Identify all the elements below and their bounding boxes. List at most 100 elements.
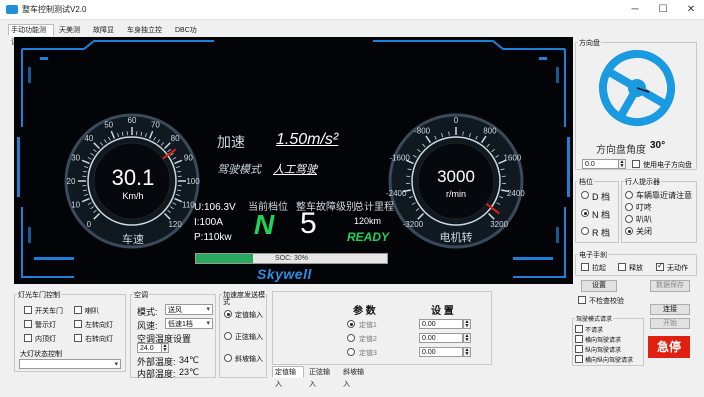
tab-body-control[interactable]: 车身独立控制 [124,24,170,46]
pedestrian-off-radio[interactable] [625,227,633,235]
pedestrian-approach-radio[interactable] [625,191,633,199]
gear-r-radio[interactable] [581,227,589,235]
mode-constant-radio[interactable] [224,310,232,318]
both-request-label: 横向纵向驾驶请求 [585,358,634,364]
set-button[interactable]: 设置 [581,280,617,292]
maximize-button[interactable]: ☐ [650,2,676,17]
pedestrian-approach-label: 车辆靠近请注意 [636,191,692,200]
handbrake-pull-checkbox[interactable] [581,263,589,271]
speedo-tick-label: 120 [168,220,182,229]
speedo-tick-label: 10 [71,200,80,209]
tab-fault-display[interactable]: 故障显示 [90,24,122,46]
gear-indicator: N [254,209,275,240]
voltage-readout: U:106.3V [194,202,236,213]
gear-n-label: N 档 [592,210,611,220]
dome-light-checkbox[interactable] [24,334,32,342]
rpm-value: 3000 [437,167,475,186]
param-2-stepper[interactable]: ▲ ▼ [463,333,471,343]
ac-temp-stepper[interactable]: ▲ ▼ [161,343,169,353]
tacho-tick-label: -800 [414,126,431,135]
connect-button[interactable]: 连接 [650,304,690,315]
steering-angle-label: 方向盘角度 [596,145,646,156]
pedestrian-baba-radio[interactable] [625,215,633,223]
tab-tianmei-test[interactable]: 天美测试 [56,24,88,46]
longitudinal-request-checkbox[interactable] [575,345,583,353]
params-panel: 参 数 设 置 定值1 0.00 ▲ ▼ 定值2 0.00 ▲ ▼ 定值3 0.00… [272,291,492,365]
param-2-radio[interactable] [347,334,355,342]
both-request-checkbox[interactable] [575,355,583,363]
left-turn-label: 左转向灯 [85,322,113,329]
save-data-button[interactable]: 数据保存 [650,280,690,292]
rpm-label: 电机转 [439,232,473,244]
headlight-select[interactable] [19,359,121,369]
ac-mode-label: 模式: [137,307,158,317]
minimize-button[interactable]: ─ [622,2,648,17]
pedestrian-off-label: 关闭 [636,227,652,236]
handbrake-noaction-checkbox[interactable] [656,261,664,271]
use-electric-steering-label: 使用电子方向盘 [643,162,692,169]
param-1-stepper[interactable]: ▲ ▼ [463,319,471,329]
param-3-stepper[interactable]: ▲ ▼ [463,347,471,357]
mileage-label: 总计里程 [354,202,394,213]
left-turn-checkbox[interactable] [74,320,82,328]
accel-send-mode-title: 加速度发送模式 [222,292,266,306]
window-title: 整车控制测试V2.0 [22,5,87,14]
no-check-verify-checkbox[interactable] [578,296,586,304]
bottom-tab-sine[interactable]: 正弦输入 [306,366,338,388]
speedo-tick-label: 90 [184,154,193,163]
param-3-radio[interactable] [347,348,355,356]
pedestrian-alert-panel: 行人提示器 车辆靠近请注意 叮咚 叭叭 关闭 [621,177,697,243]
no-request-checkbox[interactable] [575,325,583,333]
drive-mode-request-title: 驾驶模式请求 [575,314,614,323]
longitudinal-request-label: 纵向驾驶请求 [585,348,622,354]
gear-r-label: R 档 [592,228,611,238]
start-button[interactable]: 开始 [650,318,690,329]
bottom-tab-ramp[interactable]: 斜坡输入 [340,366,372,388]
steering-angle-stepper[interactable]: ▲ ▼ [618,159,626,169]
mileage-value: 120km [354,216,382,226]
close-button[interactable]: ✕ [678,2,704,17]
fan-speed-label: 风速: [137,321,158,331]
use-electric-steering-checkbox[interactable] [632,160,640,168]
handbrake-pull-label: 拉起 [592,265,606,272]
emergency-stop-button[interactable]: 急停 [648,336,690,358]
speed-label: 车速 [122,234,144,246]
no-check-verify-label: 不检查校验 [589,298,624,305]
door-label: 开关车门 [35,308,63,315]
param-1-input[interactable]: 0.00 [419,319,463,329]
right-turn-checkbox[interactable] [74,334,82,342]
lateral-request-checkbox[interactable] [575,335,583,343]
bottom-tab-constant[interactable]: 定值输入 [272,366,304,388]
tacho-tick-label: -2400 [386,189,407,198]
tacho-tick-label: 0 [454,116,459,125]
pedestrian-dingdong-radio[interactable] [625,203,633,211]
gear-d-radio[interactable] [581,191,589,199]
drive-mode-label: 驾驶模式 [217,164,261,176]
mode-ramp-radio[interactable] [224,354,232,362]
speedo-tick-label: 50 [104,121,113,130]
pedestrian-alert-title: 行人提示器 [624,177,661,187]
param-2-input[interactable]: 0.00 [419,333,463,343]
horn-checkbox[interactable] [74,306,82,314]
ac-title: 空调 [133,290,149,300]
hazard-light-checkbox[interactable] [24,320,32,328]
outside-temp-value: 34℃ [179,355,200,365]
mode-sine-radio[interactable] [224,332,232,340]
door-checkbox[interactable] [24,306,32,314]
handbrake-release-checkbox[interactable] [618,263,626,271]
tab-dbc[interactable]: DBC功能 [172,24,202,46]
param-1-radio[interactable] [347,320,355,328]
gear-panel: 档位 D 档 N 档 R 档 [575,177,619,243]
fault-level-value: 5 [300,207,317,240]
tab-manual-test[interactable]: 手动功能测试 [8,24,54,46]
speed-value: 30.1 [111,165,155,190]
speedo-tick-label: 70 [151,121,160,130]
speedo-tick-label: 0 [87,220,92,229]
ac-mode-select[interactable]: 送风 [165,304,213,315]
param-3-input[interactable]: 0.00 [419,347,463,357]
soc-text: SOC: 30% [274,255,309,262]
gear-n-radio[interactable] [581,209,589,217]
mode-constant-label: 定值输入 [235,312,263,319]
steering-wheel-icon [599,50,675,126]
fan-speed-select[interactable]: 低速1档 [165,318,213,329]
